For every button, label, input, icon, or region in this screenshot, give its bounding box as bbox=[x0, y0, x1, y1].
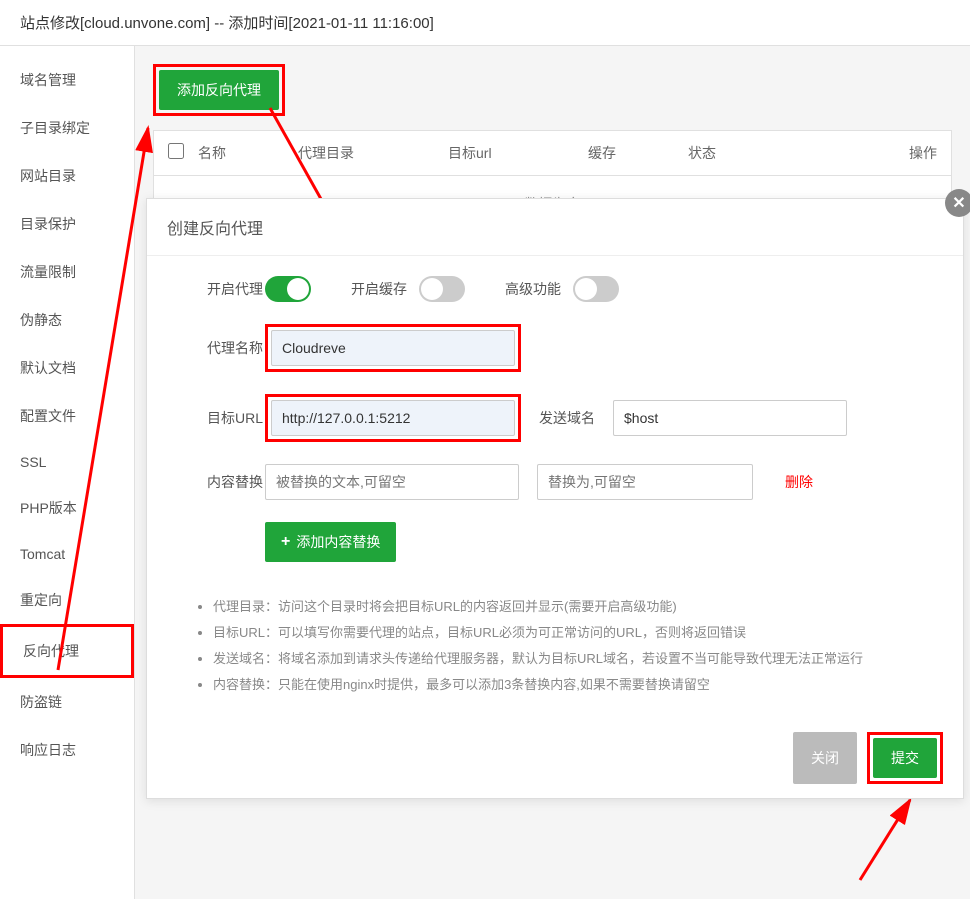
replace-to-input[interactable] bbox=[537, 464, 753, 500]
col-name: 名称 bbox=[198, 143, 298, 163]
sidebar-item-php[interactable]: PHP版本 bbox=[0, 484, 134, 532]
modal-title: 创建反向代理 bbox=[147, 199, 963, 256]
col-ops: 操作 bbox=[888, 143, 937, 163]
sidebar-item-hotlink[interactable]: 防盗链 bbox=[0, 678, 134, 726]
add-reverse-proxy-button[interactable]: 添加反向代理 bbox=[159, 70, 279, 110]
sidebar-item-redirect[interactable]: 重定向 bbox=[0, 576, 134, 624]
help-item: 目标URL：可以填写你需要代理的站点，目标URL必须为可正常访问的URL，否则将… bbox=[213, 620, 923, 646]
label-enable-proxy: 开启代理 bbox=[177, 279, 265, 299]
sidebar-item-config[interactable]: 配置文件 bbox=[0, 392, 134, 440]
label-enable-cache: 开启缓存 bbox=[351, 279, 407, 299]
sidebar-item-subdir[interactable]: 子目录绑定 bbox=[0, 104, 134, 152]
modal-close-button[interactable]: 关闭 bbox=[793, 732, 857, 784]
add-content-replace-button[interactable]: + 添加内容替换 bbox=[265, 522, 396, 562]
modal-submit-button[interactable]: 提交 bbox=[873, 738, 937, 778]
target-url-input[interactable] bbox=[271, 400, 515, 436]
help-item: 发送域名：将域名添加到请求头传递给代理服务器，默认为目标URL域名，若设置不当可… bbox=[213, 646, 923, 672]
col-url: 目标url bbox=[448, 143, 588, 163]
sidebar-item-webdir[interactable]: 网站目录 bbox=[0, 152, 134, 200]
sidebar-item-traffic[interactable]: 流量限制 bbox=[0, 248, 134, 296]
sidebar-item-responselog[interactable]: 响应日志 bbox=[0, 726, 134, 774]
create-proxy-modal: ✕ 创建反向代理 开启代理 开启缓存 高级功能 代理名称 bbox=[146, 198, 964, 799]
close-icon[interactable]: ✕ bbox=[945, 189, 970, 217]
label-send-domain: 发送域名 bbox=[539, 408, 595, 428]
help-item: 内容替换：只能在使用nginx时提供，最多可以添加3条替换内容,如果不需要替换请… bbox=[213, 672, 923, 698]
sidebar-item-dirprotect[interactable]: 目录保护 bbox=[0, 200, 134, 248]
plus-icon: + bbox=[281, 533, 290, 551]
page-title: 站点修改[cloud.unvone.com] -- 添加时间[2021-01-1… bbox=[0, 0, 970, 46]
help-item: 代理目录：访问这个目录时将会把目标URL的内容返回并显示(需要开启高级功能) bbox=[213, 594, 923, 620]
replace-from-input[interactable] bbox=[265, 464, 519, 500]
toggle-enable-cache[interactable] bbox=[419, 276, 465, 302]
toggle-advanced[interactable] bbox=[573, 276, 619, 302]
help-list: 代理目录：访问这个目录时将会把目标URL的内容返回并显示(需要开启高级功能) 目… bbox=[177, 584, 933, 708]
col-dir: 代理目录 bbox=[298, 143, 448, 163]
label-advanced: 高级功能 bbox=[505, 279, 561, 299]
sidebar-item-tomcat[interactable]: Tomcat bbox=[0, 532, 134, 576]
select-all-checkbox[interactable] bbox=[168, 143, 184, 159]
sidebar-item-ssl[interactable]: SSL bbox=[0, 440, 134, 484]
send-domain-input[interactable] bbox=[613, 400, 847, 436]
delete-replace-link[interactable]: 删除 bbox=[785, 472, 813, 492]
toggle-enable-proxy[interactable] bbox=[265, 276, 311, 302]
col-cache: 缓存 bbox=[588, 143, 688, 163]
sidebar: 域名管理 子目录绑定 网站目录 目录保护 流量限制 伪静态 默认文档 配置文件 … bbox=[0, 46, 135, 899]
sidebar-item-reverseproxy[interactable]: 反向代理 bbox=[0, 624, 134, 678]
col-status: 状态 bbox=[688, 143, 888, 163]
label-content-replace: 内容替换 bbox=[177, 472, 265, 492]
sidebar-item-rewrite[interactable]: 伪静态 bbox=[0, 296, 134, 344]
label-proxy-name: 代理名称 bbox=[177, 338, 265, 358]
sidebar-item-domain[interactable]: 域名管理 bbox=[0, 56, 134, 104]
sidebar-item-defaultdoc[interactable]: 默认文档 bbox=[0, 344, 134, 392]
label-target-url: 目标URL bbox=[177, 408, 265, 428]
proxy-name-input[interactable] bbox=[271, 330, 515, 366]
add-replace-label: 添加内容替换 bbox=[296, 532, 380, 552]
